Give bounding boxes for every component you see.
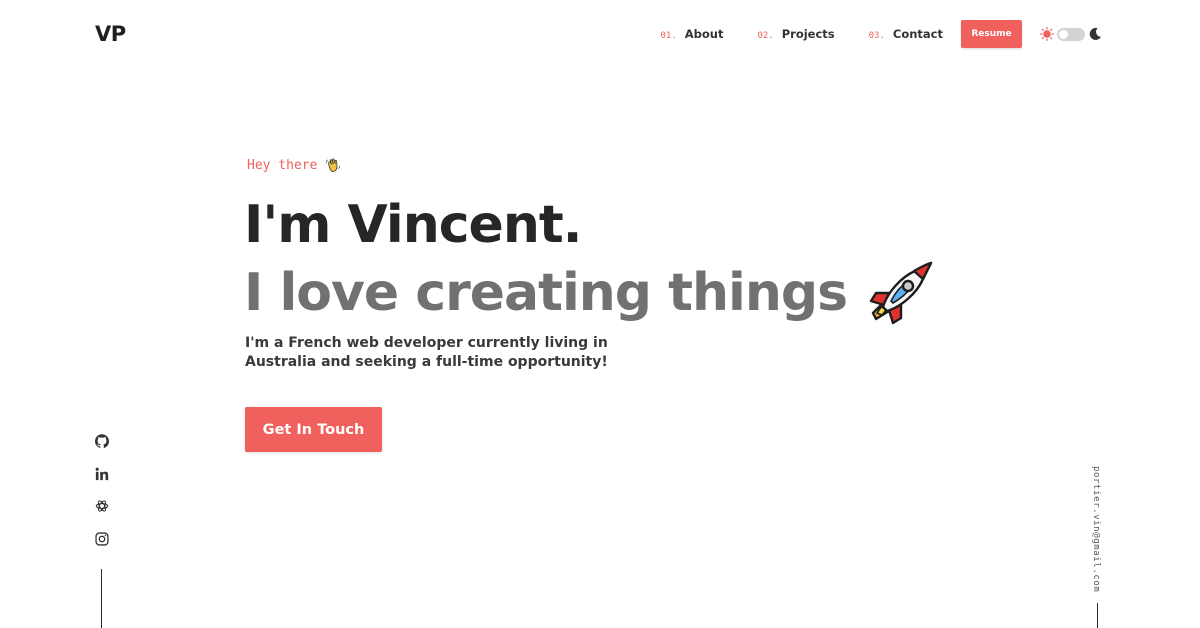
nav-item-number: 02. xyxy=(757,31,774,41)
nav-item-contact[interactable]: 03. Contact xyxy=(869,27,943,41)
social-links xyxy=(93,432,111,562)
theme-toggle[interactable] xyxy=(1057,27,1085,41)
openai-icon xyxy=(95,500,109,512)
greeting: Hey there xyxy=(247,157,341,173)
get-in-touch-button[interactable]: Get In Touch xyxy=(245,407,382,452)
nav-item-label: Projects xyxy=(781,27,835,41)
toggle-knob xyxy=(1059,29,1068,39)
instagram-link[interactable] xyxy=(93,530,111,548)
nav-item-label: About xyxy=(684,27,724,41)
nav-item-label: Contact xyxy=(892,27,943,41)
hero-tagline: I love creating things xyxy=(244,258,935,328)
linkedin-icon xyxy=(95,467,109,480)
left-divider-line xyxy=(101,569,102,628)
hero-intro: I'm a French web developer currently liv… xyxy=(245,335,608,370)
nav-item-number: 03. xyxy=(868,31,885,41)
instagram-icon xyxy=(95,531,109,546)
waving-hand-icon xyxy=(326,158,341,172)
greeting-text: Hey there xyxy=(247,157,318,173)
hero-headline: I'm Vincent. xyxy=(244,195,582,255)
main-nav: 01. About 02. Projects 03. Contact Resum… xyxy=(660,20,1102,48)
sun-icon xyxy=(1040,27,1054,41)
email-link[interactable]: portier.vin@gmail.com xyxy=(1091,466,1101,592)
github-icon xyxy=(95,434,109,448)
rocket-icon xyxy=(869,261,933,325)
theme-switcher xyxy=(1040,27,1102,41)
right-divider-line xyxy=(1097,603,1098,628)
hero-tagline-text: I love creating things xyxy=(244,263,848,323)
github-link[interactable] xyxy=(93,432,111,450)
linkedin-link[interactable] xyxy=(93,465,111,483)
nav-item-about[interactable]: 01. About xyxy=(660,27,723,41)
nav-item-number: 01. xyxy=(660,31,677,41)
moon-icon xyxy=(1089,27,1101,40)
resume-button[interactable]: Resume xyxy=(961,20,1022,48)
openai-link[interactable] xyxy=(93,497,111,515)
logo[interactable]: VP xyxy=(95,22,126,46)
nav-item-projects[interactable]: 02. Projects xyxy=(757,27,834,41)
